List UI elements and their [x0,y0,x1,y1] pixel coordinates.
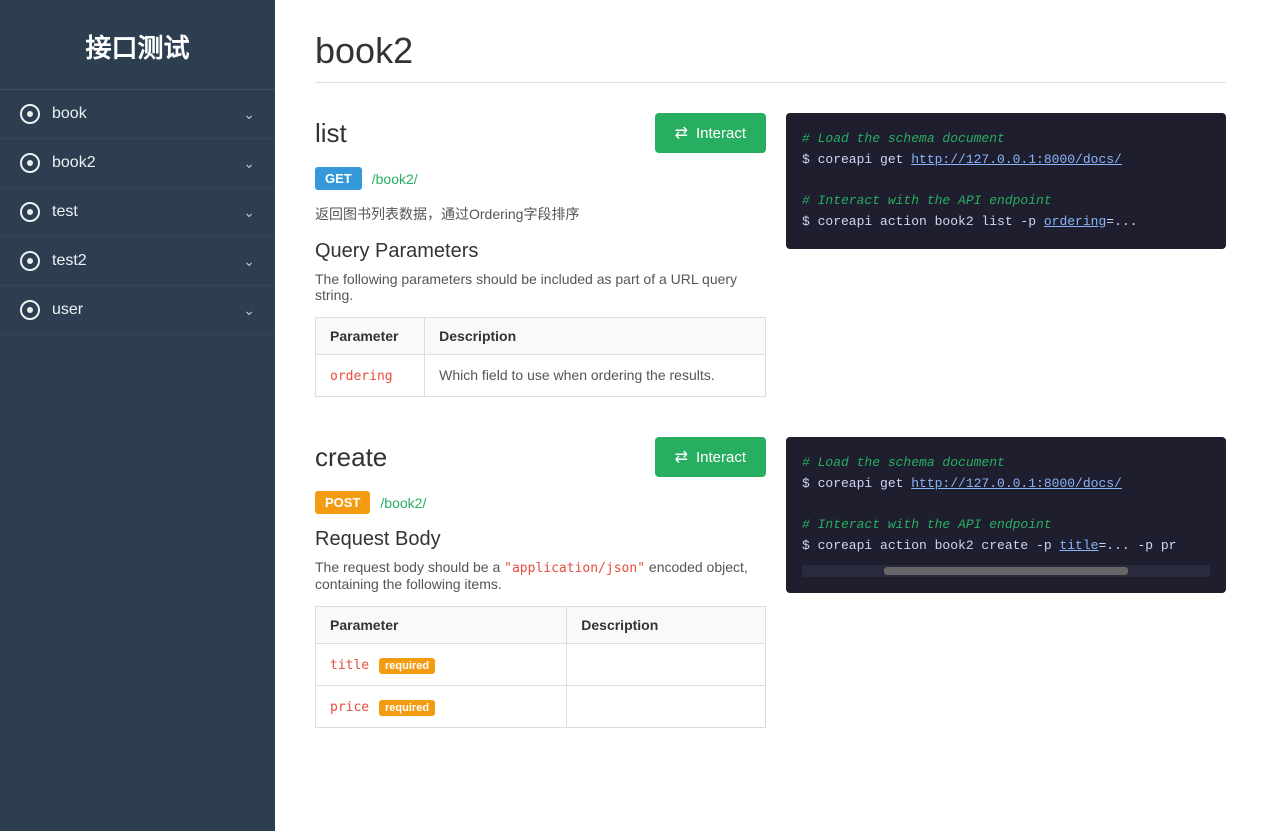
test2-icon [20,251,40,271]
create-endpoint-path: /book2/ [380,495,426,511]
sidebar: 接口测试 book ⌄ book2 ⌄ test ⌄ test2 ⌄ user … [0,0,275,831]
chevron-down-icon: ⌄ [243,302,255,319]
main-content: book2 list ⇄ Interact GET /book2/ 返回图书列表… [275,0,1266,831]
list-code-comment1: # Load the schema document [802,129,1210,150]
book2-icon [20,153,40,173]
list-code-comment2: # Interact with the API endpoint [802,191,1210,212]
table-row: title required [316,644,766,686]
list-section-header: list ⇄ Interact [315,113,766,153]
list-code-line2: $ coreapi get http://127.0.0.1:8000/docs… [802,150,1210,171]
sidebar-title: 接口测试 [0,0,275,90]
page-title: book2 [315,30,1226,72]
create-param-title: title required [316,644,567,686]
create-code-comment1: # Load the schema document [802,453,1210,474]
scroll-thumb [884,567,1129,575]
sidebar-item-user-label: user [52,301,243,319]
create-section-name: create [315,442,655,473]
create-code-comment2: # Interact with the API endpoint [802,515,1210,536]
create-code-block: # Load the schema document $ coreapi get… [786,437,1226,593]
chevron-down-icon: ⌄ [243,204,255,221]
create-param-price: price required [316,686,567,728]
create-section-layout: create ⇄ Interact POST /book2/ Request B… [315,437,1226,728]
create-param-col-header: Parameter [316,607,567,644]
list-section: list ⇄ Interact GET /book2/ 返回图书列表数据，通过O… [315,113,1226,397]
sidebar-item-test2-label: test2 [52,252,243,270]
required-badge: required [379,658,435,674]
sidebar-item-test-label: test [52,203,243,221]
create-param-title-desc [567,644,766,686]
create-interact-button[interactable]: ⇄ Interact [655,437,766,477]
required-badge: required [379,700,435,716]
scroll-bar[interactable] [802,565,1210,577]
create-section: create ⇄ Interact POST /book2/ Request B… [315,437,1226,728]
sidebar-item-book[interactable]: book ⌄ [0,90,275,139]
create-params-heading: Request Body [315,528,766,551]
list-params-heading: Query Parameters [315,240,766,263]
sidebar-item-test2[interactable]: test2 ⌄ [0,237,275,286]
list-code-line4: $ coreapi action book2 list -p ordering=… [802,212,1210,233]
list-params-desc: The following parameters should be inclu… [315,271,766,303]
list-interact-button[interactable]: ⇄ Interact [655,113,766,153]
list-param-desc: Which field to use when ordering the res… [425,355,766,397]
list-description: 返回图书列表数据，通过Ordering字段排序 [315,204,766,224]
list-interact-label: Interact [696,125,746,142]
interact-icon: ⇄ [675,123,688,143]
sidebar-item-test[interactable]: test ⌄ [0,188,275,237]
sidebar-item-user[interactable]: user ⌄ [0,286,275,335]
table-row: ordering Which field to use when orderin… [316,355,766,397]
interact-icon: ⇄ [675,447,688,467]
create-params-table: Parameter Description title required [315,606,766,728]
sidebar-item-book2[interactable]: book2 ⌄ [0,139,275,188]
list-param-name: ordering [316,355,425,397]
page-divider [315,82,1226,83]
create-method-badge: POST [315,491,370,514]
list-section-layout: list ⇄ Interact GET /book2/ 返回图书列表数据，通过O… [315,113,1226,397]
sidebar-item-book-label: book [52,105,243,123]
create-desc-col-header: Description [567,607,766,644]
chevron-down-icon: ⌄ [243,106,255,123]
create-method-row: POST /book2/ [315,491,766,514]
chevron-down-icon: ⌄ [243,155,255,172]
create-section-header: create ⇄ Interact [315,437,766,477]
list-method-row: GET /book2/ [315,167,766,190]
sidebar-item-book2-label: book2 [52,154,243,172]
user-icon [20,300,40,320]
list-section-left: list ⇄ Interact GET /book2/ 返回图书列表数据，通过O… [315,113,766,397]
create-interact-label: Interact [696,449,746,466]
test-icon [20,202,40,222]
create-code-line2: $ coreapi get http://127.0.0.1:8000/docs… [802,474,1210,495]
book-icon [20,104,40,124]
list-desc-col-header: Description [425,318,766,355]
chevron-down-icon: ⌄ [243,253,255,270]
list-param-col-header: Parameter [316,318,425,355]
create-section-left: create ⇄ Interact POST /book2/ Request B… [315,437,766,728]
list-params-table: Parameter Description ordering Which fie… [315,317,766,397]
list-method-badge: GET [315,167,362,190]
create-param-price-desc [567,686,766,728]
table-row: price required [316,686,766,728]
list-section-name: list [315,118,655,149]
create-code-line4: $ coreapi action book2 create -p title=.… [802,536,1210,557]
list-endpoint-path: /book2/ [372,171,418,187]
create-sub-desc: The request body should be a "applicatio… [315,559,766,592]
list-code-block: # Load the schema document $ coreapi get… [786,113,1226,249]
